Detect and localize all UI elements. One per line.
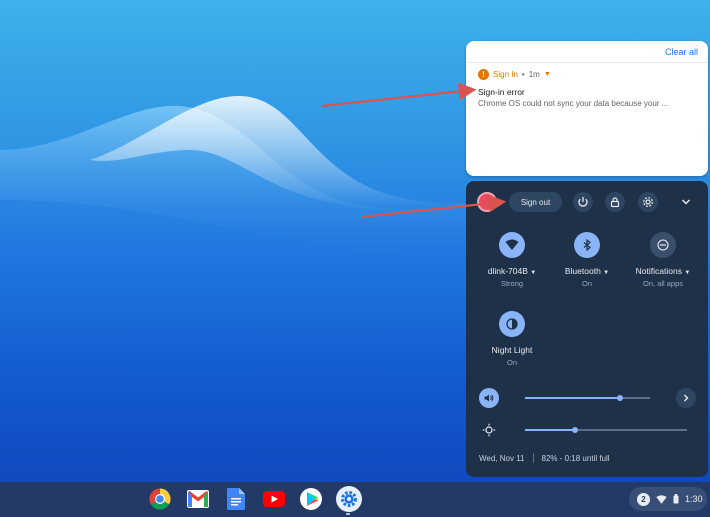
volume-slider-fill: [525, 397, 620, 399]
brightness-slider-fill: [525, 429, 576, 431]
divider: [532, 453, 534, 463]
chrome-icon[interactable]: [148, 487, 172, 511]
power-icon[interactable]: [573, 192, 593, 212]
active-app-indicator: [346, 513, 350, 515]
tile-night-light[interactable]: Night Light On: [472, 311, 552, 367]
docs-icon[interactable]: [224, 487, 248, 511]
brightness-slider-thumb[interactable]: [572, 427, 579, 433]
status-footer: Wed, Nov 11 82% - 0:18 until full: [479, 453, 610, 463]
notifications-status: On, all apps: [642, 279, 684, 288]
dropdown-caret-icon: ▼: [684, 270, 691, 276]
notification-title: Sign-in error: [478, 87, 525, 97]
battery-status[interactable]: 82% - 0:18 until full: [542, 454, 610, 463]
clock-time: 1:30: [685, 494, 703, 504]
notification-separator: •: [521, 70, 525, 79]
notification-header: ! Sign In • 1m ▼: [478, 69, 551, 80]
gear-icon[interactable]: [638, 192, 658, 212]
notifications-label: Notifications: [635, 266, 682, 276]
bluetooth-status: On: [581, 279, 592, 288]
play-store-icon[interactable]: [299, 487, 323, 511]
lock-icon[interactable]: [605, 192, 625, 212]
sign-out-button[interactable]: Sign out: [509, 192, 562, 212]
gmail-icon[interactable]: [186, 487, 210, 511]
tile-wifi[interactable]: dlink-704B ▼ Strong: [472, 232, 552, 288]
wifi-status: Strong: [500, 279, 524, 288]
dropdown-caret-icon: ▼: [603, 270, 610, 276]
date-label[interactable]: Wed, Nov 11: [479, 454, 525, 463]
dropdown-caret-icon: ▼: [530, 270, 537, 276]
clear-all-button[interactable]: Clear all: [665, 47, 698, 57]
night-light-status: On: [506, 358, 517, 367]
audio-settings-chevron-icon[interactable]: [676, 388, 696, 408]
brightness-slider[interactable]: [525, 427, 687, 433]
chevron-down-icon[interactable]: ▼: [544, 71, 551, 78]
volume-slider[interactable]: [525, 395, 650, 401]
settings-icon[interactable]: [336, 486, 362, 512]
volume-slider-thumb[interactable]: [617, 395, 623, 401]
youtube-icon[interactable]: [262, 487, 286, 511]
notification-card[interactable]: ! Sign In • 1m ▼ Sign-in error Chrome OS…: [466, 63, 708, 176]
notification-time: 1m: [528, 70, 540, 79]
wifi-status-icon: [656, 494, 667, 504]
battery-icon: [673, 494, 679, 504]
notification-body: Chrome OS could not sync your data becau…: [478, 99, 669, 108]
night-light-icon[interactable]: [499, 311, 525, 337]
bluetooth-label: Bluetooth: [564, 266, 601, 276]
notification-app-name: Sign In: [493, 70, 518, 79]
tile-bluetooth[interactable]: Bluetooth ▼ On: [547, 232, 627, 288]
do-not-disturb-icon[interactable]: [650, 232, 676, 258]
volume-icon[interactable]: [479, 388, 499, 408]
night-light-label: Night Light: [491, 345, 533, 355]
tile-notifications[interactable]: Notifications ▼ On, all apps: [623, 232, 703, 288]
quick-settings-panel: Sign out dlink-704B ▼ Strong Bluetooth ▼…: [466, 181, 708, 477]
brightness-icon: [479, 420, 499, 440]
wifi-icon[interactable]: [499, 232, 525, 258]
status-tray[interactable]: 2 1:30: [629, 487, 707, 511]
warning-icon: !: [478, 69, 489, 80]
notification-center: Clear all ! Sign In • 1m ▼ Sign-in error…: [466, 41, 708, 176]
wifi-label: dlink-704B: [487, 266, 528, 276]
notification-count-badge: 2: [637, 492, 650, 506]
shelf: 2 1:30: [0, 482, 710, 517]
avatar[interactable]: [477, 192, 497, 212]
bluetooth-icon[interactable]: [574, 232, 600, 258]
volume-row: [466, 388, 708, 408]
collapse-chevron-icon[interactable]: [678, 194, 694, 210]
brightness-row: [466, 420, 708, 440]
